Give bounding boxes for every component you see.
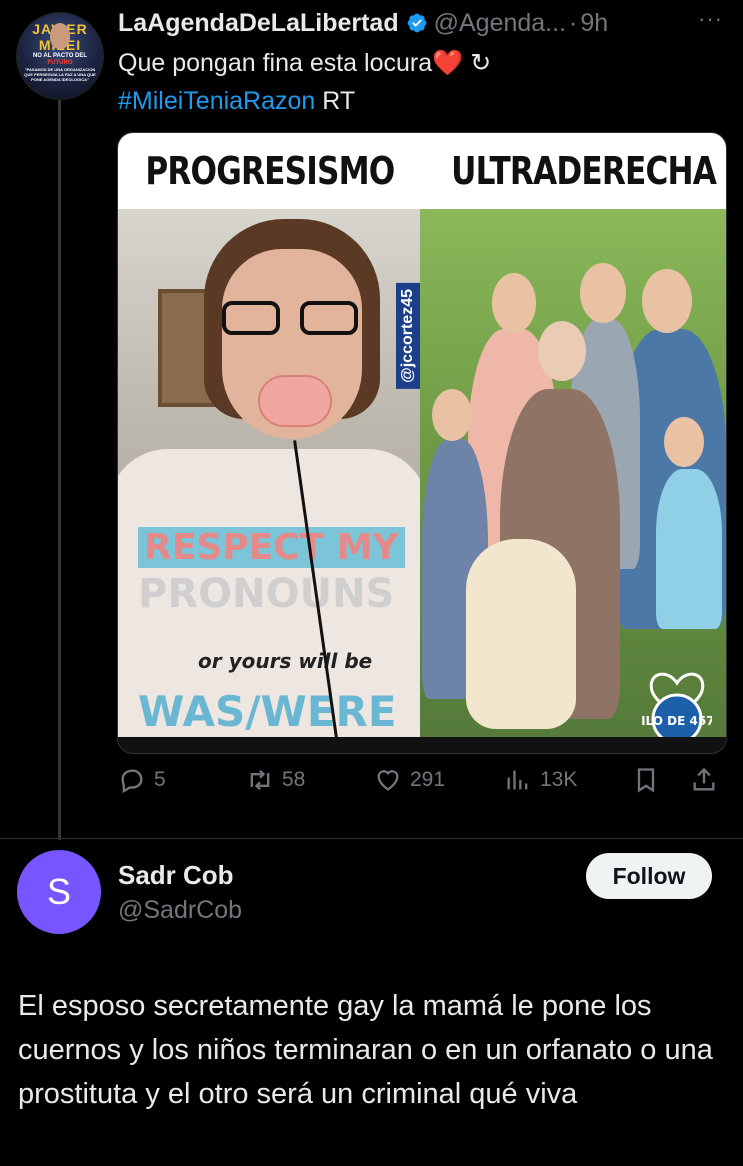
thread-line [58, 100, 61, 840]
share-icon [693, 767, 715, 791]
right-photo [420, 209, 726, 737]
tweet-time[interactable]: 9h [580, 9, 608, 38]
reply-icon [121, 769, 143, 794]
person-dad-head [642, 269, 692, 333]
media-right-title: ULTRADERECHA [450, 149, 717, 193]
bookmark-icon [637, 768, 655, 793]
retweet-button[interactable]: 58 [246, 766, 305, 794]
tweet-text-line1: Que pongan fina esta locura [118, 49, 433, 77]
author-avatar[interactable]: JAVIER MILEI NO AL PACTO DEL FUTURO "PAS… [16, 12, 104, 100]
share-button[interactable] [690, 766, 726, 794]
avatar-caption-line2: FUTURO [47, 60, 73, 66]
media-watermark: @jccortez45 [396, 283, 420, 389]
tweet-media[interactable]: PROGRESISMO ULTRADERECHA RESPECT MY PRON… [117, 132, 727, 754]
views-button[interactable]: 13K [504, 766, 577, 794]
person-mom-head [492, 273, 536, 333]
views-count: 13K [540, 768, 578, 791]
reply-author-handle[interactable]: @SadrCob [118, 896, 242, 925]
reply-text: El esposo secretamente gay la mamá le po… [18, 990, 713, 1110]
verified-badge-icon [407, 13, 427, 33]
tweet-text-rt: RT [315, 87, 356, 115]
hashtag-link[interactable]: #MileiTeniaRazon [118, 87, 315, 115]
like-button[interactable]: 291 [374, 766, 445, 794]
author-name[interactable]: LaAgendaDeLaLibertad [118, 9, 399, 38]
left-photo: RESPECT MY PRONOUNS or yours will be WAS… [118, 209, 420, 737]
reply-avatar[interactable]: S [17, 850, 101, 934]
tweet-actions: 5 58 291 13K [118, 766, 728, 806]
reply-author-name[interactable]: Sadr Cob [118, 860, 234, 891]
separator-dot: · [569, 8, 578, 37]
person-boy [656, 469, 722, 629]
dog [466, 539, 576, 729]
media-logo-icon: DILO DE 4570 [642, 672, 712, 745]
tweet-header: LaAgendaDeLaLibertad @Agenda... · 9h [118, 8, 723, 38]
reply-count: 5 [154, 768, 166, 791]
avatar-caption: NO AL PACTO DEL FUTURO "PASAMOS DE UNA O… [23, 53, 97, 82]
media-left-title: PROGRESISMO [145, 149, 395, 193]
divider [0, 838, 743, 839]
like-count: 291 [410, 768, 446, 791]
person-girl-head [432, 389, 472, 441]
like-icon [377, 770, 399, 791]
more-icon[interactable]: ··· [698, 6, 723, 32]
media-bottom-strip [118, 737, 726, 753]
avatar-caption-line3: "PASAMOS DE UNA ORGANIZACION QUE PERSEGU… [24, 67, 96, 82]
heart-emoji-icon: ❤️ [432, 49, 464, 77]
views-icon [507, 770, 528, 790]
person-boy-head [664, 417, 704, 467]
person-grandpa-head [580, 263, 626, 323]
avatar-face [50, 23, 70, 49]
glasses [222, 301, 362, 337]
reply-button[interactable]: 5 [118, 766, 166, 794]
author-handle[interactable]: @Agenda... [434, 9, 566, 38]
follow-button[interactable]: Follow [586, 853, 712, 899]
retweet-icon [250, 769, 270, 791]
shirt-line2: PRONOUNS [138, 571, 395, 617]
avatar-caption-line1: NO AL PACTO DEL [32, 53, 88, 59]
person-grandma-head [538, 321, 586, 381]
pacifier [258, 375, 332, 427]
tweet-text: Que pongan fina esta locura❤️ ↻ #MileiTe… [118, 44, 491, 120]
media-logo-text: DILO DE 4570 [642, 714, 712, 728]
shirt-line4: WAS/WERE [138, 687, 397, 736]
shirt-line3: or yours will be [198, 649, 373, 673]
shirt-line1: RESPECT MY [138, 527, 405, 568]
media-banner: PROGRESISMO ULTRADERECHA [118, 133, 726, 209]
bookmark-button[interactable] [632, 766, 668, 794]
retweet-count: 58 [282, 768, 306, 791]
refresh-emoji-icon: ↻ [470, 49, 492, 77]
